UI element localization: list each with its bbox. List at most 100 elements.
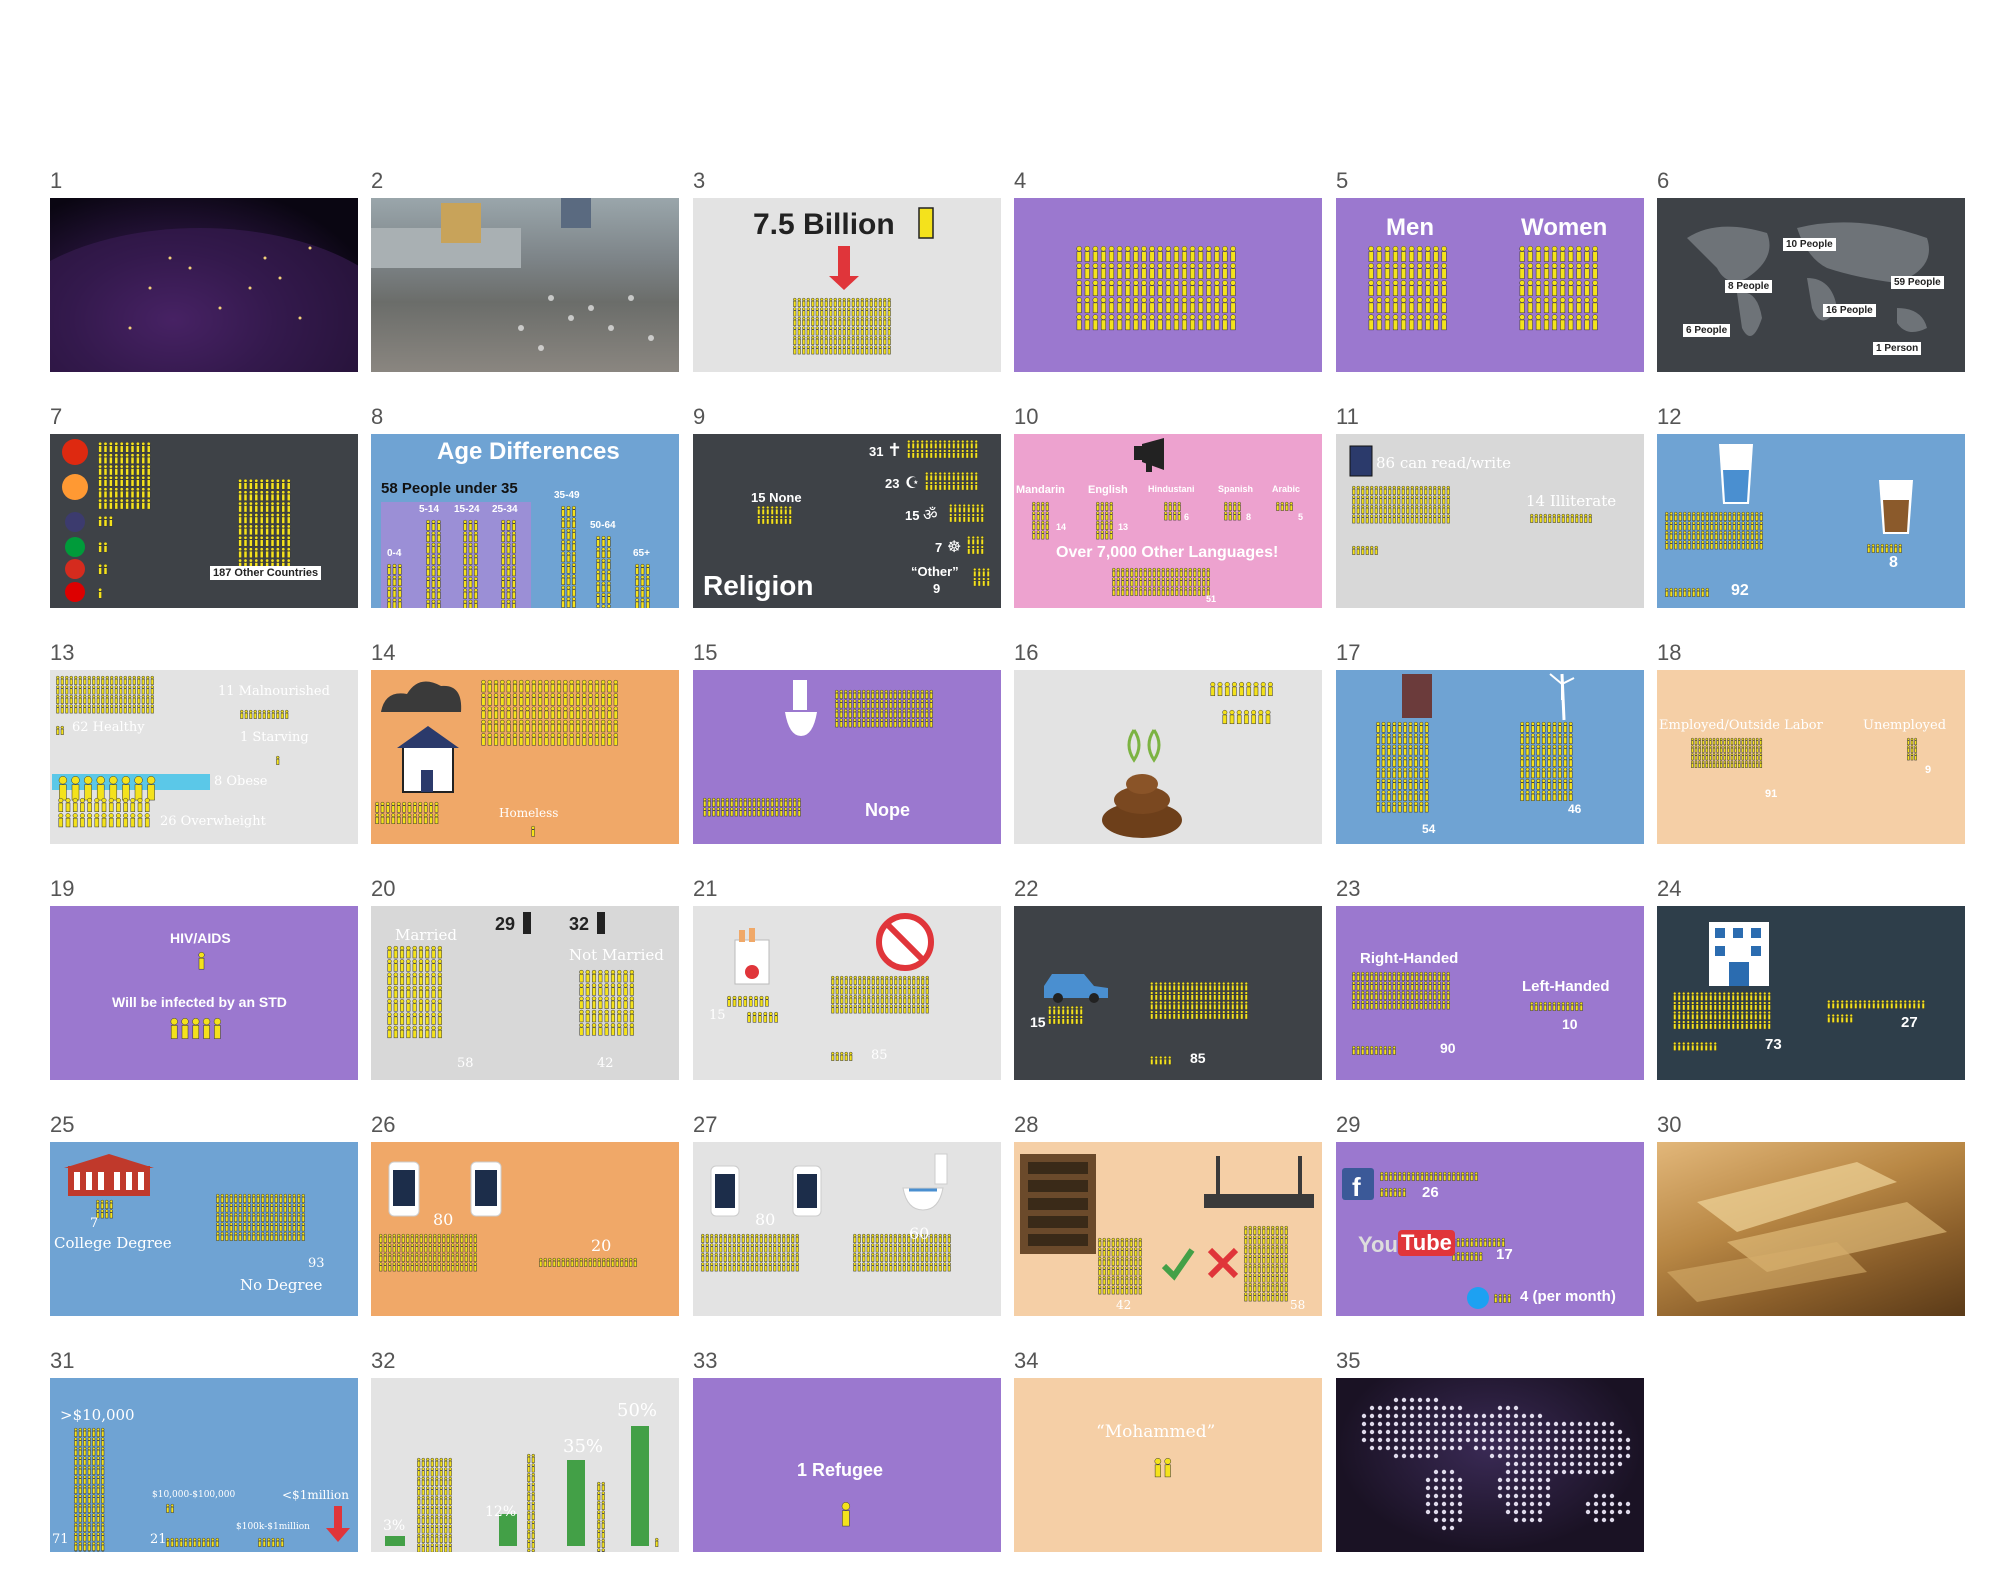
people-icon-group: [238, 478, 291, 570]
people-icon-group: [907, 439, 978, 459]
slide-number: 30: [1657, 1112, 1682, 1137]
slide-8-age: Age Differences 58 People under 35 5-14 …: [371, 434, 679, 608]
people-icon-group: [853, 1233, 951, 1272]
map-label: 1 Person: [1873, 342, 1922, 355]
slide-number: 33: [693, 1348, 718, 1373]
slide-35-dotted-world: [1336, 1378, 1644, 1552]
cloud-icon: [381, 681, 462, 712]
megaphone-icon: [1142, 438, 1164, 470]
people-icon-group: [417, 1457, 452, 1552]
people-icon-group: [1112, 567, 1210, 596]
slide-30-money-photo: [1657, 1142, 1965, 1316]
people-icon-group: [925, 471, 978, 491]
people-icon-group: [1210, 681, 1273, 697]
value-label: 58: [1290, 1298, 1306, 1312]
people-icon-group: [1452, 1251, 1483, 1261]
value-label: 15: [709, 1008, 726, 1023]
slide-32-wealth-share: 50% 35% 12% 3%: [371, 1378, 679, 1552]
cross-icon: ✝: [887, 440, 902, 461]
slide-number: 21: [693, 876, 718, 901]
people-icon-group: [701, 1233, 799, 1272]
slide-6-world-map: 10 People 8 People 59 People 16 People 6…: [1657, 198, 1965, 372]
dirty-water-value: 8: [1889, 554, 1898, 571]
book-icon: [1349, 445, 1373, 477]
value-label: 58: [457, 1056, 474, 1071]
money-stack-icon: [631, 1426, 649, 1546]
people-icon-group: [426, 519, 441, 608]
obese-label: 8 Obese: [214, 774, 268, 789]
value-label: 42: [1116, 1298, 1132, 1312]
people-icon-group: [240, 709, 289, 719]
om-icon: ॐ: [923, 505, 938, 524]
people-icon-group: [56, 725, 64, 735]
people-icon-group: [1368, 245, 1447, 331]
slide-2-crowd-photo: [371, 198, 679, 372]
people-icon-group: [98, 441, 151, 476]
value-label: 85: [871, 1048, 888, 1063]
people-icon-group: [216, 1193, 305, 1241]
slide-number: 28: [1014, 1112, 1039, 1137]
arrow-down-icon: [829, 246, 859, 290]
people-icon-group: [1907, 737, 1917, 761]
people-icon-group: [973, 567, 990, 587]
slide-28-internet: 42 58: [1014, 1142, 1322, 1316]
people-icon-group: [1276, 501, 1293, 511]
people-icon-group: [539, 1257, 637, 1267]
slide-number: 35: [1336, 1348, 1361, 1373]
slide-number: 8: [371, 404, 384, 429]
map-label: 59 People: [1891, 276, 1944, 289]
people-icon-group: [463, 519, 478, 608]
people-icon-group: [1244, 1225, 1288, 1302]
overweight-label: 26 Overwheight: [160, 814, 266, 829]
slide-1-earth-night: [50, 198, 358, 372]
people-icon-group: [1352, 485, 1450, 524]
people-icon-group: [387, 563, 402, 608]
slide-number: 32: [371, 1348, 396, 1373]
dotted-world-illustration: [1361, 1397, 1631, 1531]
slide-number: 12: [1657, 404, 1682, 429]
people-icon-group: [727, 995, 769, 1007]
slide-number: 2: [371, 168, 384, 193]
malnourished-label: 11 Malnourished: [218, 684, 330, 699]
people-icon-group: [98, 515, 113, 527]
earth-lights-illustration: [50, 228, 358, 372]
people-icon-group: [831, 1051, 853, 1061]
people-icon-group: [831, 975, 929, 1014]
slide-number: 18: [1657, 640, 1682, 665]
people-icon-group: [1098, 1237, 1142, 1295]
slide-15-toilet: Nope: [693, 670, 1001, 844]
people-icon-group: [703, 797, 801, 817]
value-label: 71: [52, 1532, 69, 1547]
people-icon-group: [481, 679, 618, 746]
slide-number: 22: [1014, 876, 1039, 901]
people-icon-group: [1530, 1001, 1583, 1011]
slide-22-cars: 15 85: [1014, 906, 1322, 1080]
people-icon-group: [166, 1503, 174, 1513]
people-icon-group: [74, 1427, 105, 1552]
people-icon-group: [1867, 543, 1902, 553]
slide-number: 15: [693, 640, 718, 665]
percent-label: 50%: [617, 1400, 658, 1421]
slide-number: 11: [1336, 404, 1359, 429]
people-icon-group: [757, 505, 792, 525]
people-icon-group: [1222, 709, 1271, 725]
people-icon-group: [375, 801, 439, 824]
slide-number: 16: [1014, 640, 1039, 665]
people-icon-group: [1380, 1187, 1406, 1197]
value-label: 15: [1030, 1014, 1046, 1030]
people-icon-group: [747, 1011, 779, 1023]
people-icon-group: [1352, 1045, 1396, 1055]
value-label: 80: [755, 1210, 776, 1229]
slide-number: 29: [1336, 1112, 1361, 1137]
illiterate-label: 14 Illiterate: [1526, 492, 1617, 510]
money-stack-icon: [567, 1460, 585, 1546]
slide-7-countries: 187 Other Countries: [50, 434, 358, 608]
slide-number: 14: [371, 640, 396, 665]
people-icon-group: [1494, 1293, 1511, 1303]
people-icon-group: [1352, 971, 1450, 1010]
people-icon-group: [166, 1537, 219, 1547]
value-label: 9: [1925, 764, 1932, 776]
value-label: 73: [1765, 1036, 1782, 1053]
slide-20-marriage: Married 29 32 Not Married 58 42: [371, 906, 679, 1080]
slide-24-urban: 27 73: [1657, 906, 1965, 1080]
